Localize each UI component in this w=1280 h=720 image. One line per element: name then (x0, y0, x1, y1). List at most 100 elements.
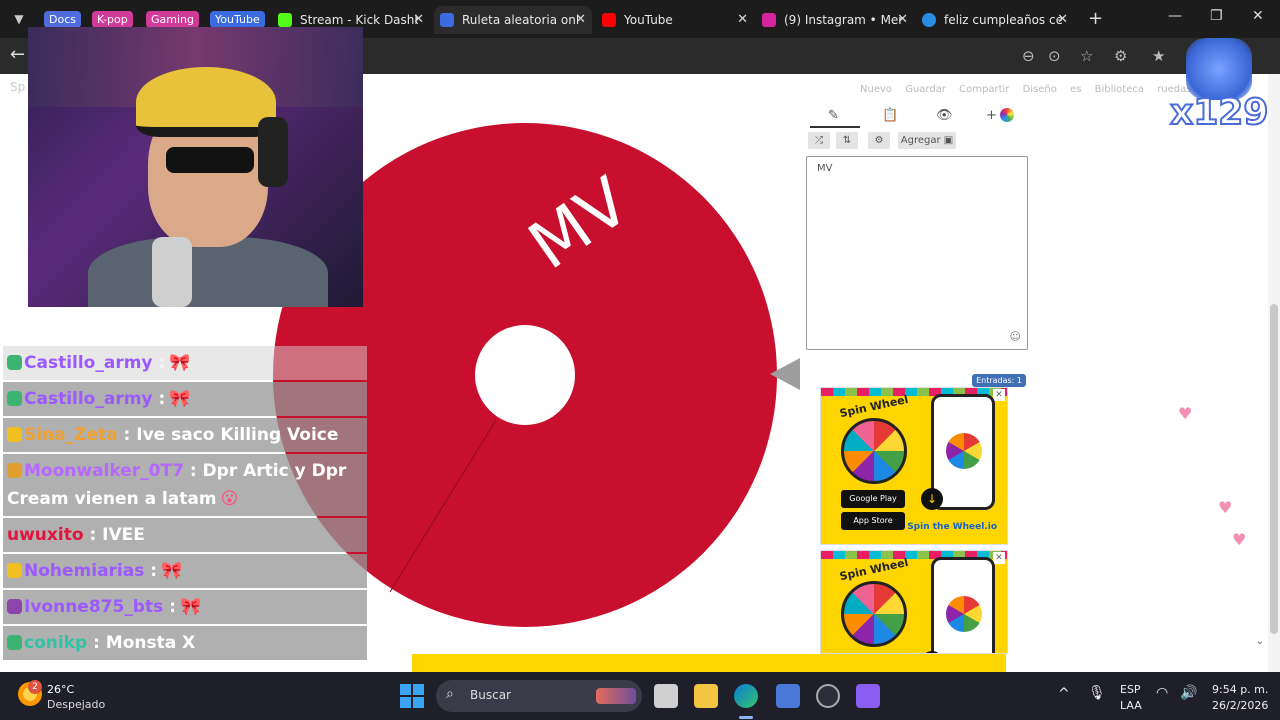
close-tab-icon[interactable]: ✕ (1057, 6, 1068, 34)
chat-emote-icon: 😮 (220, 489, 239, 509)
chat-username: uwuxito (7, 525, 84, 545)
tab-instagram[interactable]: (9) Instagram • Mensa ✕ (756, 6, 914, 34)
google-play-button[interactable]: Google Play (841, 490, 905, 508)
close-tab-icon[interactable]: ✕ (413, 6, 424, 34)
nav-design[interactable]: Diseño (1023, 84, 1057, 95)
wheel-pointer-arrow-icon (770, 358, 800, 390)
chat-message: Ivonne875_bts : 🎀 (3, 590, 367, 624)
task-view-icon[interactable] (654, 684, 678, 708)
ad-close-icon[interactable]: ✕ (993, 552, 1005, 564)
nav-save[interactable]: Guardar (905, 84, 946, 95)
ad-wheel-image (841, 418, 907, 484)
extensions-icon[interactable]: ⚙ (1114, 47, 1127, 65)
kick-favicon-icon (278, 13, 292, 27)
nav-language[interactable]: es (1070, 84, 1081, 95)
edit-pencil-icon[interactable]: ✎ (828, 108, 839, 123)
chat-text: : IVEE (89, 525, 145, 545)
streaming-app-icon[interactable] (856, 684, 880, 708)
edge-browser-icon[interactable] (734, 684, 758, 708)
maximize-button[interactable]: ❐ (1210, 8, 1223, 24)
streamer-sunglasses (166, 147, 254, 173)
close-tab-icon[interactable]: ✕ (575, 6, 586, 34)
tab-feliz-cumpleanos[interactable]: feliz cumpleaños ce ✕ (916, 6, 1074, 34)
youtube-favicon-icon (602, 13, 616, 27)
tab-group-gaming[interactable]: Gaming (146, 11, 199, 28)
nav-share[interactable]: Compartir (959, 84, 1009, 95)
close-window-button[interactable]: ✕ (1252, 8, 1264, 24)
entries-textarea[interactable]: MV ☺ (806, 156, 1028, 350)
clapping-hands-emote-icon (1186, 38, 1252, 100)
nav-new[interactable]: Nuevo (860, 84, 892, 95)
taskbar-search-input[interactable]: ⌕ Buscar (436, 680, 642, 712)
new-tab-button[interactable]: + (1088, 8, 1103, 29)
settings-button[interactable]: ⚙ (868, 132, 890, 149)
chat-username: Moonwalker_0T7 (24, 461, 184, 481)
ad-close-icon[interactable]: ✕ (993, 389, 1005, 401)
ad-brand: Spin the Wheel.io (907, 522, 997, 532)
emoji-smile-icon[interactable]: ☺ (1010, 330, 1021, 343)
chat-emote-icon: 🎀 (169, 353, 191, 373)
back-arrow-icon[interactable]: ← (10, 44, 25, 65)
chat-text: : Ive saco Killing Voice (123, 425, 339, 445)
app-store-button[interactable]: App Store (841, 512, 905, 530)
chat-message: conikp : Monsta X (3, 626, 367, 660)
microphone-icon[interactable]: 🎙 (1088, 685, 1106, 701)
store-icon[interactable] (776, 684, 800, 708)
more-icon[interactable]: ⊙ (1048, 47, 1061, 65)
favorites-icon[interactable]: ★ (1152, 47, 1165, 65)
windows-taskbar: 2 26°C Despejado ⌕ Buscar ^ 🎙 ESP LAA ◠ … (0, 672, 1280, 720)
stream-chat-overlay: Castillo_army : 🎀 Castillo_army : 🎀 Sina_Zet… (3, 346, 367, 662)
entries-editor: ✎ 📋 👁 + ⤮ ⇅ ⚙ Agregar ▣ MV ☺ Entradas: 1 (806, 106, 1028, 387)
wheel-hub[interactable] (475, 325, 575, 425)
windows-start-icon[interactable] (400, 684, 424, 708)
scroll-down-chevron-icon[interactable]: ⌄ (1256, 636, 1264, 647)
tab-group-kpop[interactable]: K-pop (92, 11, 133, 28)
nav-library[interactable]: Biblioteca (1095, 84, 1144, 95)
shuffle-button[interactable]: ⤮ (808, 132, 830, 149)
chat-emote-icon: 🎀 (161, 561, 183, 581)
obs-icon[interactable] (816, 684, 840, 708)
chat-text: : (150, 561, 158, 581)
chat-text: : (158, 353, 166, 373)
heart-sticker-icon: ♥ (1218, 498, 1233, 517)
add-image-button[interactable]: Agregar ▣ (898, 132, 956, 149)
chat-badge-icon (7, 463, 22, 478)
volume-icon[interactable]: 🔊 (1180, 685, 1197, 701)
minimize-button[interactable]: — (1168, 8, 1182, 24)
close-tab-icon[interactable]: ✕ (737, 6, 748, 34)
sort-button[interactable]: ⇅ (836, 132, 858, 149)
weather-description[interactable]: Despejado (47, 698, 105, 711)
chat-message: Castillo_army : 🎀 (3, 382, 367, 416)
tab-group-youtube[interactable]: YouTube (210, 11, 265, 28)
search-highlight-image (596, 688, 636, 704)
clock-time[interactable]: 9:54 p. m. (1212, 683, 1268, 696)
language-bottom[interactable]: LAA (1120, 699, 1142, 712)
weather-temperature[interactable]: 26°C (47, 683, 74, 696)
zoom-icon[interactable]: ⊖ (1022, 47, 1035, 65)
tab-title: feliz cumpleaños ce (944, 13, 1062, 27)
hide-eye-icon[interactable]: 👁 (936, 108, 953, 123)
close-tab-icon[interactable]: ✕ (897, 6, 908, 34)
tray-overflow-chevron-icon[interactable]: ^ (1058, 686, 1070, 702)
page-scrollbar[interactable] (1268, 74, 1280, 672)
weather-notification-badge: 2 (28, 680, 42, 694)
tab-ruleta[interactable]: Ruleta aleatoria onlin ✕ (434, 6, 592, 34)
tab-group-docs[interactable]: Docs (44, 11, 81, 28)
chat-badge-icon (7, 355, 22, 370)
favorite-star-icon[interactable]: ☆ (1080, 47, 1093, 65)
entries-count-badge: Entradas: 1 (972, 374, 1026, 387)
tab-youtube[interactable]: YouTube ✕ (596, 6, 754, 34)
tab-actions-menu-icon[interactable]: ▼ (8, 8, 30, 30)
spin-wheel-ad[interactable]: ✕ Spin Wheel Google Play App Store ↓ Spi… (820, 387, 1008, 545)
ad-phone-image (931, 557, 995, 653)
color-palette-icon[interactable] (1000, 108, 1014, 122)
entry-line: MV (817, 163, 833, 174)
scrollbar-thumb[interactable] (1270, 304, 1278, 634)
clipboard-icon[interactable]: 📋 (882, 108, 898, 123)
add-plus-icon[interactable]: + (986, 108, 997, 123)
spin-wheel-ad-2[interactable]: ✕ Spin Wheel ↓ (820, 550, 1008, 654)
language-top[interactable]: ESP (1120, 683, 1141, 696)
file-explorer-icon[interactable] (694, 684, 718, 708)
clock-date[interactable]: 26/2/2026 (1212, 699, 1268, 712)
wifi-icon[interactable]: ◠ (1156, 685, 1168, 701)
